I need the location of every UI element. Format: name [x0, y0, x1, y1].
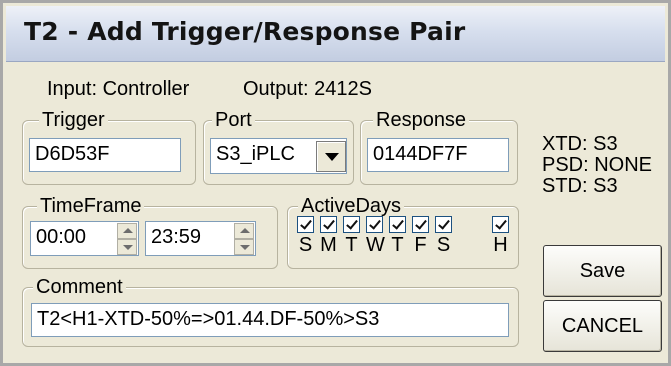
end-time-spinner[interactable]	[234, 223, 254, 255]
day-label-tuesday: T	[345, 234, 358, 256]
spin-down-icon[interactable]	[234, 239, 254, 255]
day-label-sunday: S	[298, 234, 313, 256]
day-label-wednesday: W	[366, 234, 385, 256]
timeframe-group-label: TimeFrame	[37, 194, 145, 218]
day-checkbox-sunday[interactable]	[297, 216, 314, 233]
day-label-friday: F	[414, 234, 427, 256]
day-checkbox-holiday[interactable]	[492, 216, 509, 233]
day-checkbox-wednesday[interactable]	[366, 216, 383, 233]
save-button[interactable]: Save	[543, 245, 662, 297]
timeframe-group: TimeFrame 00:00 23:59	[22, 194, 278, 269]
response-group: Response 0144DF7F	[360, 108, 518, 185]
cancel-button[interactable]: CANCEL	[543, 300, 662, 352]
day-checkbox-thursday[interactable]	[389, 216, 406, 233]
day-checkbox-saturday[interactable]	[435, 216, 452, 233]
port-group: Port S3_iPLC	[203, 108, 354, 185]
chevron-down-icon[interactable]	[316, 141, 346, 172]
window-title: T2 - Add Trigger/Response Pair	[24, 17, 466, 46]
output-label: Output: 2412S	[243, 78, 372, 100]
port-group-label: Port	[212, 108, 255, 132]
comment-input[interactable]: T2<H1-XTD-50%=>01.44.DF-50%>S3	[31, 303, 509, 337]
spin-down-icon[interactable]	[117, 239, 137, 255]
day-label-holiday: H	[493, 234, 508, 256]
day-label-saturday: S	[436, 234, 451, 256]
response-group-label: Response	[373, 108, 470, 132]
day-label-monday: M	[320, 234, 337, 256]
xtd-status: XTD: S3	[542, 133, 618, 155]
spin-up-icon[interactable]	[117, 223, 137, 239]
active-days-group-label: ActiveDays	[298, 194, 405, 218]
start-time-spinner[interactable]	[117, 223, 137, 255]
day-checkbox-tuesday[interactable]	[343, 216, 360, 233]
day-label-thursday: T	[391, 234, 404, 256]
day-checkbox-monday[interactable]	[320, 216, 337, 233]
std-status: STD: S3	[542, 175, 618, 197]
active-days-group: ActiveDays S M T W T F S H	[287, 194, 519, 269]
comment-group-label: Comment	[33, 275, 126, 299]
trigger-group: Trigger D6D53F	[22, 108, 196, 185]
day-checkbox-friday[interactable]	[412, 216, 429, 233]
psd-status: PSD: NONE	[542, 154, 653, 176]
input-label: Input: Controller	[47, 78, 190, 100]
trigger-group-label: Trigger	[39, 108, 108, 132]
dialog-window: T2 - Add Trigger/Response Pair Input: Co…	[0, 0, 671, 366]
spin-up-icon[interactable]	[234, 223, 254, 239]
trigger-input[interactable]: D6D53F	[29, 138, 181, 172]
response-input[interactable]: 0144DF7F	[367, 138, 509, 172]
comment-group: Comment T2<H1-XTD-50%=>01.44.DF-50%>S3	[22, 275, 519, 347]
title-bar[interactable]: T2 - Add Trigger/Response Pair	[6, 6, 665, 62]
